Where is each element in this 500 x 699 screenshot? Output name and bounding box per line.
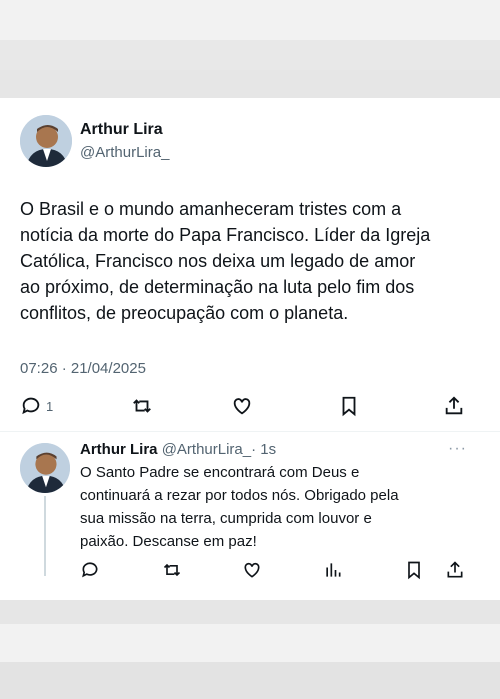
- retweet-button[interactable]: [131, 393, 153, 419]
- author-handle[interactable]: @ArthurLira_: [80, 144, 169, 161]
- top-band: [0, 0, 500, 40]
- tweet-actions: 1: [0, 393, 500, 419]
- reply-like-button[interactable]: [242, 561, 262, 583]
- reply-time[interactable]: · 1s: [251, 441, 276, 458]
- retweet-icon: [131, 395, 153, 417]
- more-options-icon[interactable]: ···: [448, 440, 467, 458]
- reply-count: 1: [46, 398, 54, 414]
- reply-share-button[interactable]: [445, 560, 465, 585]
- like-icon: [242, 560, 262, 585]
- reply-button[interactable]: 1: [20, 393, 53, 419]
- author-avatar[interactable]: [20, 115, 72, 167]
- reply-author-name[interactable]: Arthur Lira: [80, 441, 158, 458]
- reply-icon: [20, 395, 42, 417]
- bookmark-button[interactable]: [338, 393, 360, 419]
- bookmark-icon: [338, 395, 360, 417]
- bottom-band-lower: [0, 662, 500, 699]
- reply-text: O Santo Padre se encontrará com Deus e c…: [80, 464, 399, 550]
- reply-reply-button[interactable]: [80, 561, 100, 583]
- reply-actions: [0, 560, 500, 585]
- like-icon: [231, 395, 253, 417]
- divider: [0, 431, 500, 432]
- tweet-text: O Brasil e o mundo amanheceram tristes c…: [20, 199, 431, 323]
- share-button[interactable]: [443, 393, 465, 419]
- like-button[interactable]: [231, 393, 253, 419]
- share-icon: [445, 560, 465, 585]
- reply-author-avatar[interactable]: [20, 443, 70, 493]
- share-icon: [443, 395, 465, 417]
- views-icon: [323, 560, 343, 585]
- reply-retweet-button[interactable]: [162, 561, 182, 583]
- author-name[interactable]: Arthur Lira: [80, 121, 163, 139]
- reply-bookmark-button[interactable]: [404, 561, 424, 583]
- reply-header: Arthur Lira @ArthurLira_· 1s: [80, 441, 276, 458]
- bookmark-icon: [404, 560, 424, 585]
- reply-views-button[interactable]: [323, 561, 343, 583]
- reply-author-handle[interactable]: @ArthurLira_: [162, 441, 251, 458]
- reply-icon: [80, 560, 100, 585]
- bottom-band: [0, 624, 500, 662]
- retweet-icon: [162, 560, 182, 585]
- tweet-timestamp[interactable]: 07:26 · 21/04/2025: [20, 360, 146, 377]
- top-separator: [0, 40, 500, 70]
